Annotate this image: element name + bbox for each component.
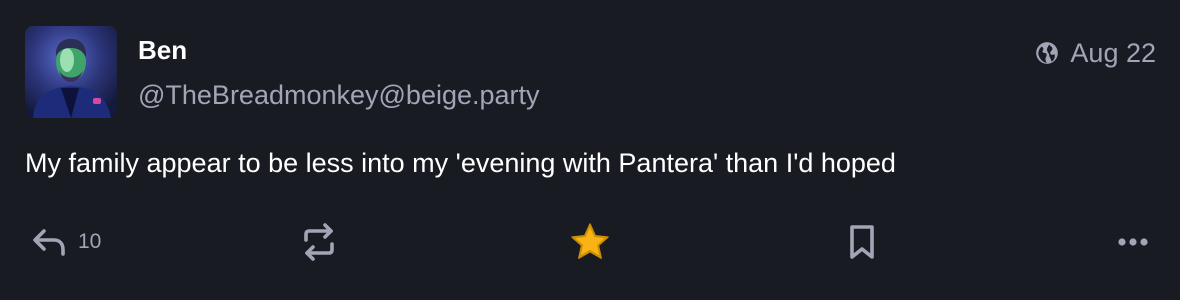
avatar[interactable]: [25, 26, 117, 118]
boost-icon: [304, 223, 334, 261]
post-timestamp[interactable]: Aug 22: [1070, 36, 1156, 70]
reply-button[interactable]: 10: [30, 218, 101, 266]
bookmark-icon: [850, 225, 874, 259]
more-button[interactable]: [1114, 218, 1154, 266]
boost-button[interactable]: [300, 218, 338, 266]
bookmark-button[interactable]: [842, 218, 882, 266]
author-handle[interactable]: @TheBreadmonkey@beige.party: [138, 78, 540, 112]
post-content: My family appear to be less into my 'eve…: [25, 148, 896, 178]
globe-icon: [1036, 42, 1059, 64]
status-post: Ben @TheBreadmonkey@beige.party Aug 22 M…: [0, 0, 1180, 300]
reply-icon: [33, 229, 65, 256]
author-display-name[interactable]: Ben: [138, 34, 187, 66]
action-bar: 10: [0, 218, 1180, 266]
favourite-button[interactable]: [568, 218, 612, 266]
more-icon: [1118, 238, 1148, 246]
star-icon: [571, 223, 609, 259]
avatar-image: [25, 26, 117, 118]
reply-count: 10: [78, 230, 102, 253]
post-meta: Aug 22: [1034, 36, 1156, 70]
